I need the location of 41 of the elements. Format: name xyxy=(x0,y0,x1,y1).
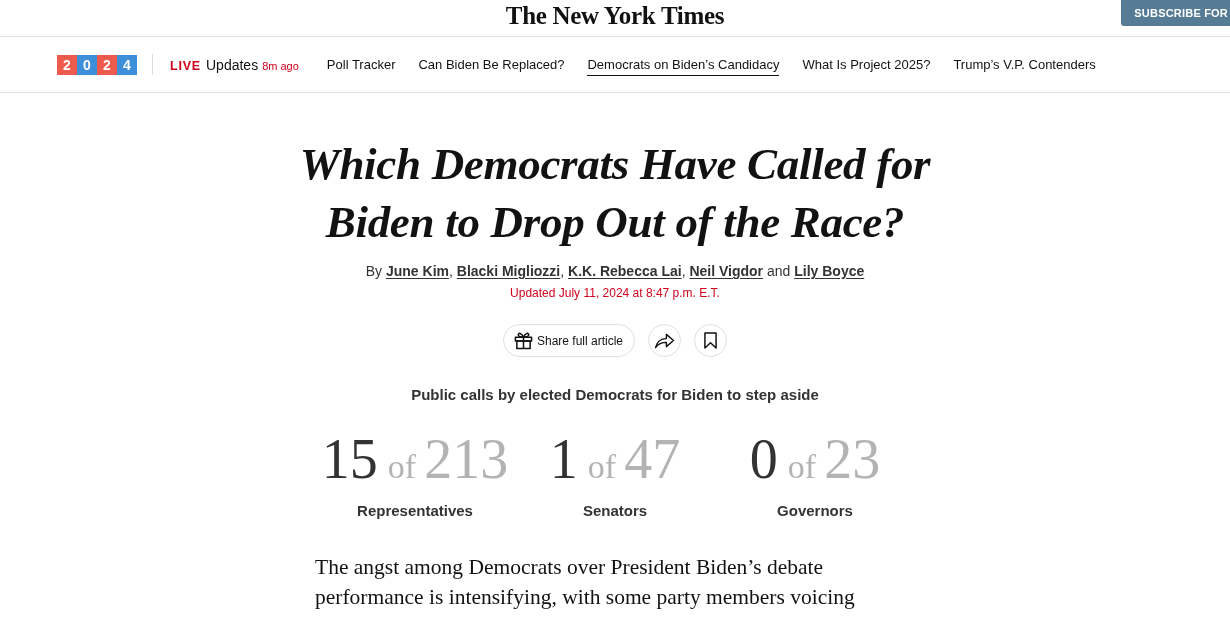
count-connector: of xyxy=(787,447,817,487)
called-count: 15 xyxy=(321,429,378,489)
year-badge-digit: 0 xyxy=(77,54,97,75)
count-label: Senators xyxy=(582,501,648,521)
nav-link[interactable]: Democrats on Biden’s Candidacy xyxy=(587,53,780,76)
nav-link[interactable]: Can Biden Be Replaced? xyxy=(418,53,565,76)
subscribe-button[interactable]: SUBSCRIBE FOR xyxy=(1121,0,1230,26)
share-full-article-button[interactable]: Share full article xyxy=(502,324,635,357)
called-count: 1 xyxy=(549,429,578,489)
gift-icon xyxy=(513,331,533,350)
live-updates-link[interactable]: Updates xyxy=(206,56,259,73)
nav-link[interactable]: Trump’s V.P. Contenders xyxy=(953,53,1096,76)
year-badge-digit: 2 xyxy=(57,54,77,75)
author-link[interactable]: Neil Vigdor xyxy=(689,263,764,279)
called-count: 0 xyxy=(749,429,778,489)
article-headline: Which Democrats Have Called for Biden to Drop Out of the Race? xyxy=(298,138,932,249)
author-link[interactable]: Lily Boyce xyxy=(794,263,865,279)
share-arrow-icon xyxy=(654,332,675,349)
article-paragraph: The angst among Democrats over President Biden’s debate performance is intensifying, with some party members voicing xyxy=(315,554,856,611)
updated-timestamp: Updated July 11, 2024 at 8:47 p.m. E.T. xyxy=(510,285,720,302)
total-count: 47 xyxy=(624,429,681,489)
year-badge-digit: 2 xyxy=(97,54,117,75)
bookmark-icon xyxy=(704,332,717,349)
count-label: Representatives xyxy=(357,501,473,521)
total-count: 213 xyxy=(424,429,509,489)
nav-link[interactable]: Poll Tracker xyxy=(326,53,396,76)
author-link[interactable]: June Kim xyxy=(386,263,449,279)
nav-link[interactable]: What Is Project 2025? xyxy=(802,53,931,76)
update-time: 8m ago xyxy=(262,59,299,72)
count-connector: of xyxy=(587,447,617,487)
masthead-logo[interactable]: The New York Times xyxy=(505,1,725,36)
year-badge-digit: 4 xyxy=(117,54,137,75)
byline: By June Kim, Blacki Migliozzi, K.K. Rebecca Lai, Neil Vigdor and Lily Boyce xyxy=(365,262,865,281)
live-label: LIVE xyxy=(170,58,201,73)
tally-heading: Public calls by elected Democrats for Biden to step aside xyxy=(411,385,819,405)
share-button[interactable] xyxy=(648,324,681,357)
count-label: Governors xyxy=(777,501,853,521)
total-count: 23 xyxy=(824,429,881,489)
count-connector: of xyxy=(387,447,417,487)
author-link[interactable]: K.K. Rebecca Lai xyxy=(568,263,682,279)
save-button[interactable] xyxy=(694,324,727,357)
